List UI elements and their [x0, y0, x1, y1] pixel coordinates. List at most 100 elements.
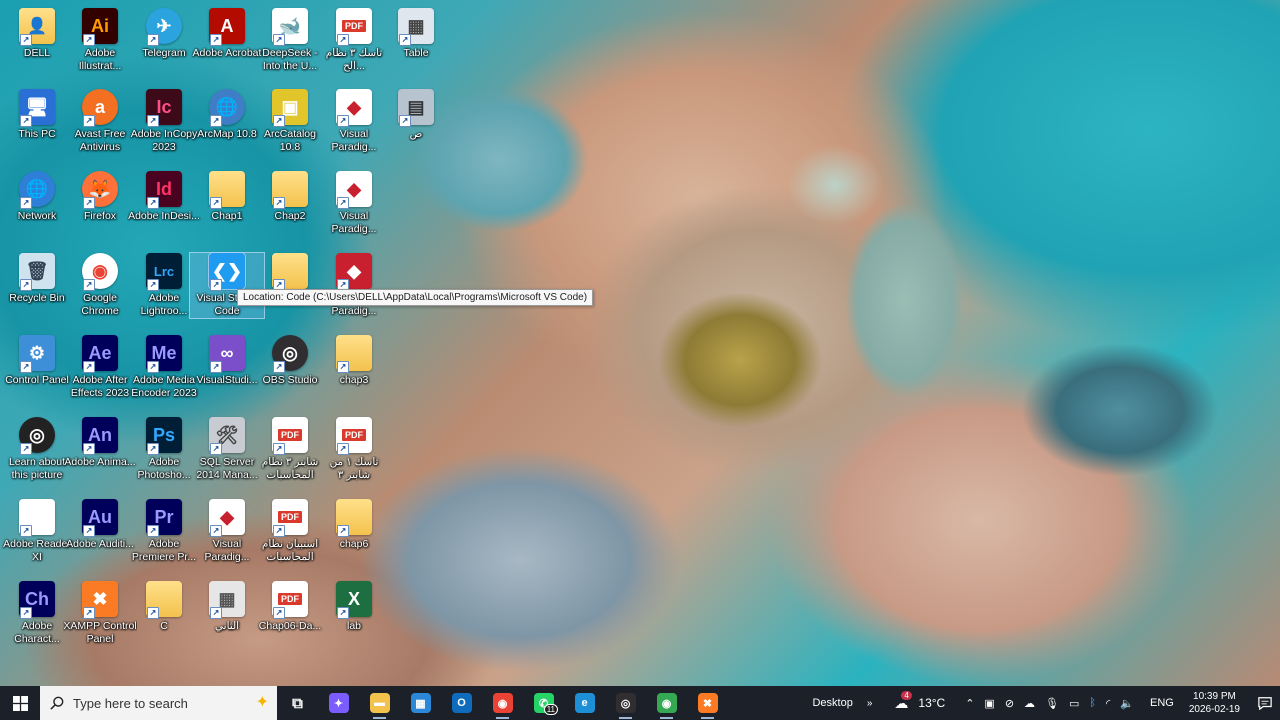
- notification-center-icon[interactable]: [1250, 696, 1280, 710]
- windows-logo-icon: [12, 695, 28, 711]
- app-icon: ↗: [19, 499, 55, 537]
- shortcut-arrow-icon: ↗: [399, 115, 411, 127]
- google-chrome-icon: ◉: [492, 693, 513, 713]
- taskbar-app-task-view[interactable]: ⧉: [277, 686, 318, 720]
- pdf-badge: PDF: [278, 511, 302, 523]
- shortcut-arrow-icon: ↗: [337, 361, 349, 373]
- shortcut-arrow-icon: ↗: [20, 607, 32, 619]
- desktop-icon-chap06-da[interactable]: PDF ↗ Chap06-Da...: [253, 581, 327, 633]
- taskbar-app-outlook[interactable]: O: [441, 686, 482, 720]
- show-hidden-icons-icon[interactable]: ⌃: [960, 697, 979, 710]
- desktop-icon-adobe-auditi[interactable]: Au ↗ Adobe Auditi...: [63, 499, 137, 551]
- desktop-icon-avast-free-antivirus[interactable]: a ↗ Avast Free Antivirus: [63, 89, 137, 154]
- desktop-icon-item-37[interactable]: PDF ↗ تاسك ١ من شابتر ٣: [317, 417, 391, 482]
- camera-off-icon[interactable]: ⊘: [1000, 697, 1019, 710]
- desktop-icon-google-chrome[interactable]: ◉ ↗ Google Chrome: [63, 253, 137, 318]
- desktop-icon-visual-paradig[interactable]: ◆↗Visual Paradig...: [317, 253, 391, 318]
- desktop-icon-label: Visual Paradig...: [331, 210, 377, 235]
- app-icon: ◆ ↗: [336, 171, 372, 209]
- desktop-icon-item-42[interactable]: PDF ↗ استبيان نظام المحاسبات: [253, 499, 327, 564]
- app-icon: ▣ ↗: [272, 89, 308, 127]
- desktop-icon-label: ص: [409, 128, 423, 140]
- desktop-icon-visual-paradig[interactable]: ◆↗Visual Paradig...: [317, 171, 391, 236]
- desktop-icon-item-36[interactable]: PDF ↗ شابتر ٣ نظام المحاسبات: [253, 417, 327, 482]
- folder-icon: ↗: [146, 581, 182, 619]
- shortcut-arrow-icon: ↗: [273, 197, 285, 209]
- app-icon: A ↗: [209, 8, 245, 46]
- app-icon: ◆ ↗: [336, 89, 372, 127]
- desktop-icon-label: ArcCatalog 10.8: [264, 128, 316, 153]
- desktop-icon-item-13[interactable]: ▤ ↗ ص: [379, 89, 453, 141]
- weather-icon[interactable]: ☁ 4: [889, 690, 913, 712]
- battery-icon[interactable]: ▭: [1064, 697, 1084, 710]
- desktop-icon-chap2[interactable]: ↗ Chap2: [253, 171, 327, 223]
- start-button[interactable]: [0, 686, 40, 720]
- volume-icon[interactable]: 🔈: [1115, 697, 1139, 710]
- taskbar-app-xampp[interactable]: ✖: [687, 686, 728, 720]
- desktop-icon-xampp-control-panel[interactable]: ✖ ↗ XAMPP Control Panel: [63, 581, 137, 646]
- app-icon: ∞ ↗: [209, 335, 245, 373]
- desktop-icon-obs-studio[interactable]: ◎ ↗ OBS Studio: [253, 335, 327, 387]
- desktop-icon-adobe-anima[interactable]: An ↗ Adobe Anima...: [63, 417, 137, 469]
- desktop-icon-label: Adobe Anima...: [64, 456, 136, 468]
- shortcut-arrow-icon: ↗: [337, 115, 349, 127]
- taskbar-app-file-explorer[interactable]: ▬: [359, 686, 400, 720]
- app-icon: X ↗: [336, 581, 372, 619]
- desktop-icon-adobe-illustrat[interactable]: Ai ↗ Adobe Illustrat...: [63, 8, 137, 73]
- shortcut-arrow-icon: ↗: [83, 607, 95, 619]
- app-icon: An ↗: [82, 417, 118, 455]
- clock-date: 2026-02-19: [1188, 704, 1240, 715]
- search-placeholder: Type here to search: [73, 695, 188, 711]
- weather-badge: 4: [901, 690, 912, 700]
- pdf-file-icon: PDF ↗: [272, 417, 308, 455]
- desktop-toolbar-label[interactable]: Desktop: [807, 697, 857, 709]
- desktop-icon-deepseek-into-the-u[interactable]: 🐋 ↗ DeepSeek - Into the U...: [253, 8, 327, 73]
- app-icon: Au ↗: [82, 499, 118, 537]
- desktop-icon-label: شابتر ٣ نظام المحاسبات: [261, 456, 319, 481]
- app-icon: 🌐 ↗: [19, 171, 55, 209]
- shortcut-arrow-icon: ↗: [210, 525, 222, 537]
- taskbar-search-box[interactable]: Type here to search ✦: [40, 686, 277, 720]
- desktop-icon-chap3[interactable]: ↗ chap3: [317, 335, 391, 387]
- app-icon: a ↗: [82, 89, 118, 127]
- desktop-icon-arccatalog-10-8[interactable]: ▣ ↗ ArcCatalog 10.8: [253, 89, 327, 154]
- taskbar-clock[interactable]: 10:39 PM 2026-02-19: [1179, 690, 1250, 716]
- taskbar-app-microsoft-edge[interactable]: e: [564, 686, 605, 720]
- desktop-icon-lab[interactable]: X ↗ lab: [317, 581, 391, 633]
- shortcut-arrow-icon: ↗: [210, 443, 222, 455]
- desktop-icon-table[interactable]: ▦ ↗ Table: [379, 8, 453, 60]
- desktop-icon-adobe-after-effects-2023[interactable]: Ae ↗ Adobe After Effects 2023: [63, 335, 137, 400]
- toolbar-expand-icon[interactable]: »: [862, 698, 878, 709]
- battery-saver-icon[interactable]: ▣: [979, 697, 999, 710]
- taskbar: Type here to search ✦ ⧉ ✦ ▬ ▦ O ◉ ✆ 11 e ◎ ◉ ✖ Desk…: [0, 686, 1280, 720]
- wifi-icon[interactable]: ◜: [1101, 697, 1115, 710]
- desktop-icon-label: Google Chrome: [81, 292, 119, 317]
- taskbar-app-google-chrome[interactable]: ◉: [482, 686, 523, 720]
- shortcut-arrow-icon: ↗: [210, 279, 222, 291]
- microsoft-edge-icon: e: [574, 693, 595, 713]
- shortcut-arrow-icon: ↗: [83, 34, 95, 46]
- icon-location-tooltip: Location: Code (C:\Users\DELL\AppData\Lo…: [237, 289, 594, 306]
- shortcut-arrow-icon: ↗: [147, 607, 159, 619]
- input-language[interactable]: ENG: [1145, 697, 1179, 709]
- shortcut-arrow-icon: ↗: [210, 34, 222, 46]
- taskbar-app-whatsapp[interactable]: ✆ 11: [523, 686, 564, 720]
- bluetooth-icon[interactable]: ᛒ: [1084, 697, 1101, 709]
- taskbar-app-google-chrome-2[interactable]: ◉: [646, 686, 687, 720]
- app-icon: Ic ↗: [146, 89, 182, 127]
- file-explorer-icon: ▬: [369, 693, 390, 713]
- app-icon: 🦊 ↗: [82, 171, 118, 209]
- taskbar-app-obs-recorder[interactable]: ◎: [605, 686, 646, 720]
- desktop-icon-chap6[interactable]: ↗ chap6: [317, 499, 391, 551]
- taskbar-app-copilot[interactable]: ✦: [318, 686, 359, 720]
- weather-temperature[interactable]: 13°C: [913, 696, 950, 710]
- desktop-icon-firefox[interactable]: 🦊 ↗ Firefox: [63, 171, 137, 223]
- microphone-icon[interactable]: 🎙: [1040, 697, 1064, 710]
- onedrive-icon[interactable]: ☁: [1019, 697, 1040, 710]
- pdf-file-icon: PDF ↗: [336, 417, 372, 455]
- taskbar-app-microsoft-store[interactable]: ▦: [400, 686, 441, 720]
- shortcut-arrow-icon: ↗: [337, 443, 349, 455]
- folder-icon: ↗: [272, 171, 308, 209]
- app-icon: 🗑 ↗: [19, 253, 55, 291]
- outlook-icon: O: [451, 693, 472, 713]
